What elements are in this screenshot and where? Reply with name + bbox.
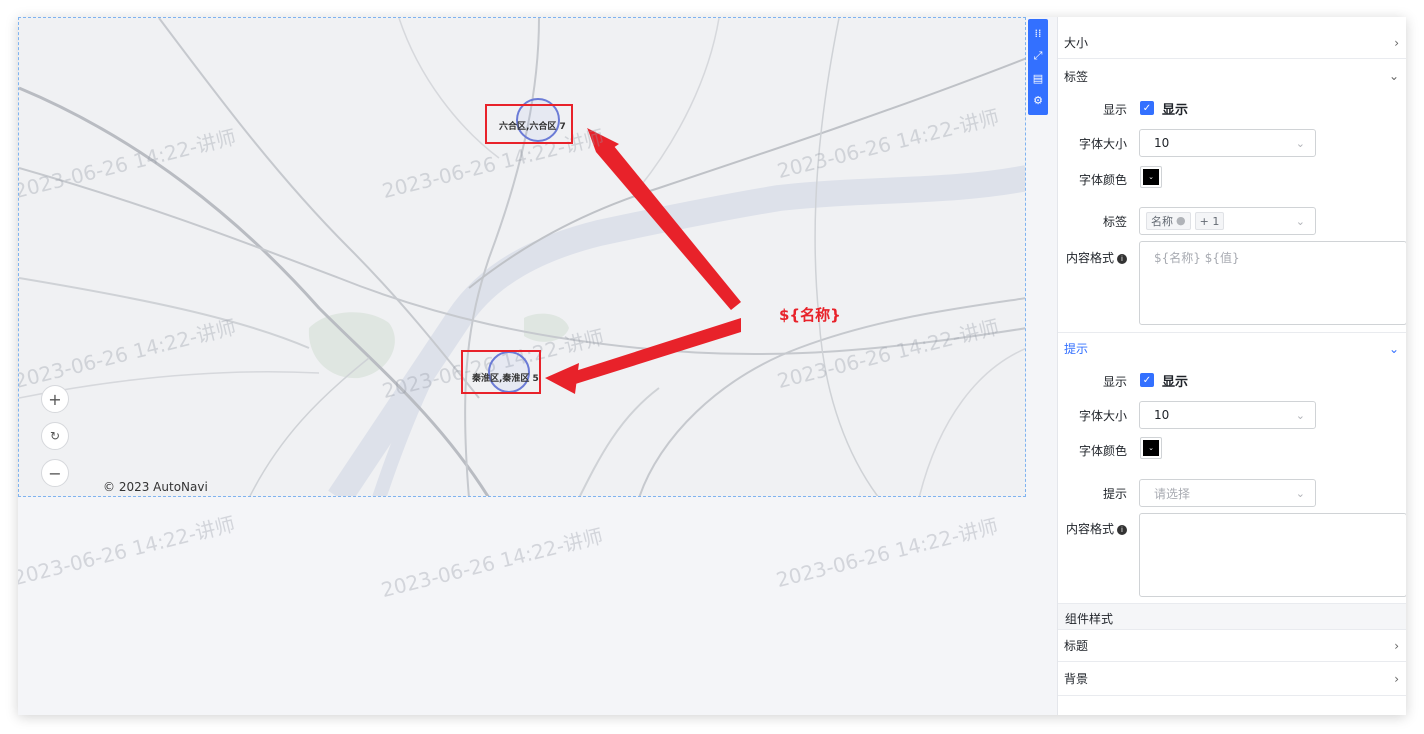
section-title: 大小	[1064, 36, 1089, 50]
annotation-text: ${名称}	[779, 306, 841, 324]
tooltip-font-color-picker[interactable]: ⌄	[1140, 437, 1162, 459]
font-color-label: 字体颜色	[1078, 173, 1127, 187]
format-label-text: 内容格式	[1065, 251, 1114, 265]
chevron-down-icon: ⌄	[1295, 136, 1305, 150]
section-label[interactable]: 标签 ⌄	[1058, 60, 1406, 92]
zoom-out-button[interactable]: −	[41, 459, 69, 487]
property-panel: 大小 › 标签 ⌄ 显示 ✓ 显示 字体大小 10 ⌄ 字体颜色 ⌄ 标签 名称…	[1057, 17, 1406, 715]
gear-icon[interactable]: ⚙	[1031, 94, 1045, 108]
section-size[interactable]: 大小 ›	[1058, 27, 1406, 59]
zoom-in-button[interactable]: +	[41, 385, 69, 413]
show-label: 显示	[1102, 375, 1127, 389]
component-style-group: 组件样式	[1058, 603, 1406, 629]
map-component[interactable]: 2023-06-26 14:22-讲师 2023-06-26 14:22-讲师 …	[18, 17, 1026, 497]
chevron-down-icon: ⌄	[1388, 341, 1399, 356]
reset-view-button[interactable]: ↻	[41, 422, 69, 450]
watermark: 2023-06-26 14:22-讲师	[18, 511, 238, 591]
section-title: 提示	[1064, 342, 1089, 356]
tag-chip-text: 名称	[1151, 214, 1173, 228]
label-font-color-picker[interactable]: ⌄	[1140, 166, 1162, 188]
section-title: 背景	[1064, 672, 1089, 686]
label-font-size-select[interactable]: 10 ⌄	[1139, 129, 1316, 157]
watermark: 2023-06-26 14:22-讲师	[378, 523, 606, 603]
show-label: 显示	[1102, 103, 1127, 117]
chevron-down-icon: ⌄	[1295, 214, 1305, 228]
show-tooltip-text: 显示	[1162, 375, 1189, 390]
chevron-down-icon: ⌄	[1143, 169, 1159, 185]
chevron-right-icon: ›	[1394, 671, 1399, 686]
font-size-label: 字体大小	[1078, 409, 1127, 423]
format-label: 内容格式 i	[1063, 249, 1127, 266]
map-copyright: © 2023 AutoNavi	[103, 480, 208, 494]
show-label-text: 显示	[1162, 103, 1189, 118]
map-point-label: 六合区,六合区 7	[499, 122, 566, 132]
map-base-layer	[19, 18, 1025, 496]
tag-more: + 1	[1194, 212, 1225, 231]
detail-icon[interactable]: ▤	[1031, 71, 1045, 85]
select-value: 10	[1154, 408, 1170, 422]
tooltip-field-select[interactable]: 请选择 ⌄	[1139, 479, 1316, 507]
select-placeholder: 请选择	[1154, 486, 1191, 501]
section-background[interactable]: 背景 ›	[1058, 662, 1406, 696]
component-toolbar: ⁞⁞ ⤢ ▤ ⚙	[1028, 19, 1048, 115]
dashboard-canvas: 2023-06-26 14:22-讲师 2023-06-26 14:22-讲师 …	[18, 17, 1057, 715]
expand-icon[interactable]: ⤢	[1031, 49, 1045, 63]
tooltip-font-size-select[interactable]: 10 ⌄	[1139, 401, 1316, 429]
label-format-textarea[interactable]: ${名称} ${值}	[1139, 241, 1406, 325]
watermark: 2023-06-26 14:22-讲师	[773, 513, 1001, 593]
app-frame: 2023-06-26 14:22-讲师 2023-06-26 14:22-讲师 …	[18, 17, 1406, 715]
chevron-down-icon: ⌄	[1143, 440, 1159, 456]
select-value: 10	[1154, 136, 1170, 150]
show-tooltip-checkbox[interactable]: ✓	[1140, 373, 1154, 387]
info-icon: i	[1117, 524, 1127, 535]
tag-label: 标签	[1102, 215, 1127, 229]
tag-chip: 名称 ●	[1146, 211, 1191, 230]
chevron-right-icon: ›	[1394, 35, 1399, 50]
format-label: 内容格式 i	[1063, 520, 1127, 537]
info-icon: i	[1117, 253, 1127, 264]
section-title: 标题	[1064, 639, 1089, 653]
section-tooltip[interactable]: 提示 ⌄	[1058, 332, 1406, 364]
tip-label: 提示	[1102, 487, 1127, 501]
tag-list: 名称 ● + 1	[1146, 211, 1228, 231]
section-title-style[interactable]: 标题 ›	[1058, 629, 1406, 662]
font-color-label: 字体颜色	[1078, 444, 1127, 458]
label-tag-select[interactable]: 名称 ● + 1 ⌄	[1139, 207, 1316, 235]
map-point-label: 秦淮区,秦淮区 5	[472, 374, 539, 384]
chevron-down-icon: ⌄	[1295, 408, 1305, 422]
format-label-text: 内容格式	[1065, 522, 1114, 536]
close-icon[interactable]: ●	[1176, 214, 1186, 227]
show-label-checkbox[interactable]: ✓	[1140, 101, 1154, 115]
chevron-down-icon: ⌄	[1388, 69, 1399, 83]
font-size-label: 字体大小	[1078, 137, 1127, 151]
chevron-down-icon: ⌄	[1295, 486, 1305, 500]
drag-handle-icon[interactable]: ⁞⁞	[1031, 26, 1045, 40]
chevron-right-icon: ›	[1394, 638, 1399, 653]
section-title: 标签	[1064, 69, 1089, 84]
tooltip-format-textarea[interactable]	[1139, 513, 1406, 597]
